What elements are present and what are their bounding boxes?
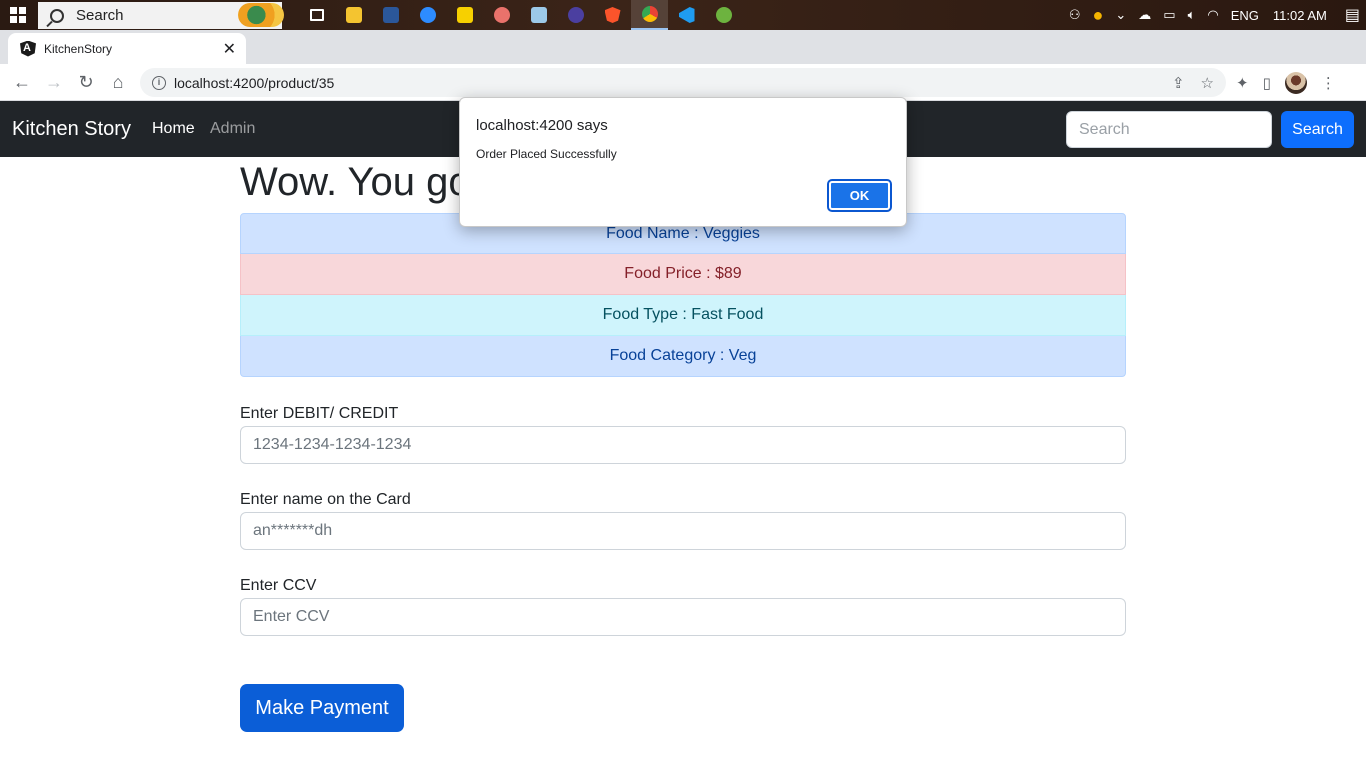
bookmark-star-icon[interactable]: ☆ — [1201, 74, 1214, 92]
profile-avatar[interactable] — [1284, 72, 1307, 94]
file-explorer-icon[interactable] — [335, 0, 372, 30]
dialog-title: localhost:4200 says — [476, 117, 608, 134]
browser-toolbar: ← → ↻ ⌂ i localhost:4200/product/35 ⇪ ☆ … — [0, 64, 1366, 101]
chrome-menu-icon[interactable]: ⋮ — [1321, 74, 1336, 92]
address-bar-actions: ⇪ ☆ — [1172, 68, 1214, 97]
volume-icon[interactable]: 🔈︎ — [1188, 7, 1196, 23]
windows-taskbar: Search ⚇ ● ⌄ ☁ ▭ 🔈︎ ◠ ENG 11:02 AM ▤ — [0, 0, 1366, 30]
dialog-ok-button[interactable]: OK — [827, 179, 892, 212]
reload-icon[interactable]: ↻ — [74, 70, 98, 94]
url-text: localhost:4200/product/35 — [174, 74, 335, 91]
chrome-icon[interactable] — [631, 0, 668, 30]
clock[interactable]: 11:02 AM — [1273, 8, 1327, 23]
task-view-icon[interactable] — [298, 0, 335, 30]
media-app-icon[interactable] — [557, 0, 594, 30]
address-bar[interactable]: i localhost:4200/product/35 ⇪ ☆ — [140, 68, 1226, 97]
food-type-item: Food Type : Fast Food — [240, 295, 1126, 336]
tab-title: KitchenStory — [44, 41, 113, 56]
people-icon[interactable]: ⚇ — [1069, 7, 1081, 23]
windows-logo-icon — [10, 7, 26, 23]
forward-arrow-icon[interactable]: → — [42, 70, 66, 94]
food-details-list: Food Name : Veggies Food Price : $89 Foo… — [240, 213, 1126, 377]
extension-area: ✦ ▯ ⋮ — [1236, 70, 1336, 96]
weather-icon[interactable]: ● — [1093, 5, 1104, 26]
side-panel-icon[interactable]: ▯ — [1263, 74, 1271, 92]
home-icon[interactable]: ⌂ — [106, 70, 130, 94]
card-name-input[interactable] — [240, 512, 1126, 550]
extensions-puzzle-icon[interactable]: ✦ — [1236, 74, 1249, 92]
word-icon[interactable] — [372, 0, 409, 30]
card-name-label: Enter name on the Card — [240, 491, 411, 508]
taskbar-search-label: Search — [76, 7, 124, 24]
browser-tab[interactable]: KitchenStory ✕ — [8, 33, 246, 64]
nav-link-home[interactable]: Home — [152, 120, 195, 138]
cloud-icon[interactable]: ☁ — [1138, 7, 1151, 23]
make-payment-button[interactable]: Make Payment — [240, 684, 404, 732]
notepad-icon[interactable] — [520, 0, 557, 30]
brave-icon[interactable] — [594, 0, 631, 30]
search-icon — [50, 8, 64, 23]
angular-favicon-icon — [20, 40, 36, 57]
spring-tool-icon[interactable] — [705, 0, 742, 30]
site-info-icon[interactable]: i — [152, 75, 166, 90]
navbar-search-button[interactable]: Search — [1281, 111, 1354, 148]
card-number-input[interactable] — [240, 426, 1126, 464]
page-heading: Wow. You go — [240, 160, 471, 204]
language-indicator[interactable]: ENG — [1231, 8, 1259, 23]
notifications-icon[interactable]: ▤ — [1345, 5, 1360, 25]
wifi-icon[interactable]: ◠ — [1207, 7, 1218, 23]
sticky-notes-icon[interactable] — [446, 0, 483, 30]
battery-icon[interactable]: ▭ — [1163, 7, 1175, 23]
ccv-input[interactable] — [240, 598, 1126, 636]
food-category-item: Food Category : Veg — [240, 336, 1126, 377]
paint-icon[interactable] — [483, 0, 520, 30]
close-tab-icon[interactable]: ✕ — [223, 39, 236, 59]
back-arrow-icon[interactable]: ← — [10, 70, 34, 94]
card-number-label: Enter DEBIT/ CREDIT — [240, 405, 399, 422]
vscode-icon[interactable] — [668, 0, 705, 30]
taskbar-apps — [298, 0, 742, 30]
tab-strip: KitchenStory ✕ + ⌄ — ❐ ✕ — [0, 30, 1366, 89]
share-icon[interactable]: ⇪ — [1172, 74, 1185, 92]
zoom-icon[interactable] — [409, 0, 446, 30]
chevron-up-icon[interactable]: ⌄ — [1115, 7, 1126, 23]
food-price-item: Food Price : $89 — [240, 254, 1126, 295]
search-highlight-icon[interactable] — [238, 3, 284, 27]
dialog-message: Order Placed Successfully — [476, 147, 617, 161]
system-tray: ⚇ ● ⌄ ☁ ▭ 🔈︎ ◠ ENG 11:02 AM ▤ — [1063, 0, 1366, 30]
navbar-search-input[interactable] — [1066, 111, 1272, 148]
brand-logo-text[interactable]: Kitchen Story — [12, 118, 131, 141]
windows-start-button[interactable] — [0, 0, 36, 30]
ccv-label: Enter CCV — [240, 577, 317, 594]
alert-dialog: localhost:4200 says Order Placed Success… — [459, 97, 907, 227]
nav-link-admin[interactable]: Admin — [210, 120, 255, 138]
